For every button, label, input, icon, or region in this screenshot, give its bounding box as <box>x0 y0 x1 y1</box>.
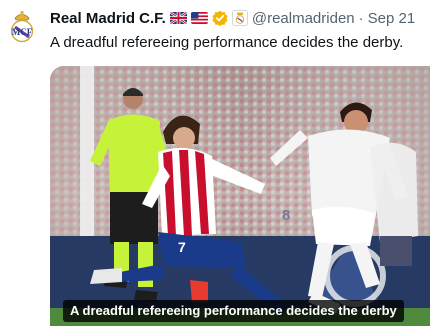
us-flag-icon <box>190 12 208 24</box>
verified-badge-icon[interactable] <box>212 10 228 26</box>
player-number-7: 7 <box>178 239 186 255</box>
tweet-text: A dreadful refereeing performance decide… <box>50 34 404 51</box>
affiliate-crest-icon[interactable] <box>231 10 248 26</box>
tweet-header: Real Madrid C.F. @realmadriden · Sep 21 <box>50 8 415 28</box>
author-handle[interactable]: @realmadriden <box>252 10 355 27</box>
uk-flag-icon <box>169 12 187 24</box>
svg-text:MCF: MCF <box>12 27 33 37</box>
player-number-8: 8 <box>282 207 290 224</box>
tweet-media-image[interactable]: 7 8 A dreadful refereeing performance de… <box>50 66 430 326</box>
avatar-real-madrid-crest-icon[interactable]: MCF <box>9 10 35 44</box>
media-caption: A dreadful refereeing performance decide… <box>63 300 404 322</box>
author-name[interactable]: Real Madrid C.F. <box>50 10 166 27</box>
crest-mini-icon <box>235 12 245 24</box>
match-photo: 7 8 <box>50 66 430 326</box>
tweet-date[interactable]: Sep 21 <box>368 10 416 27</box>
separator-dot: · <box>358 9 364 27</box>
